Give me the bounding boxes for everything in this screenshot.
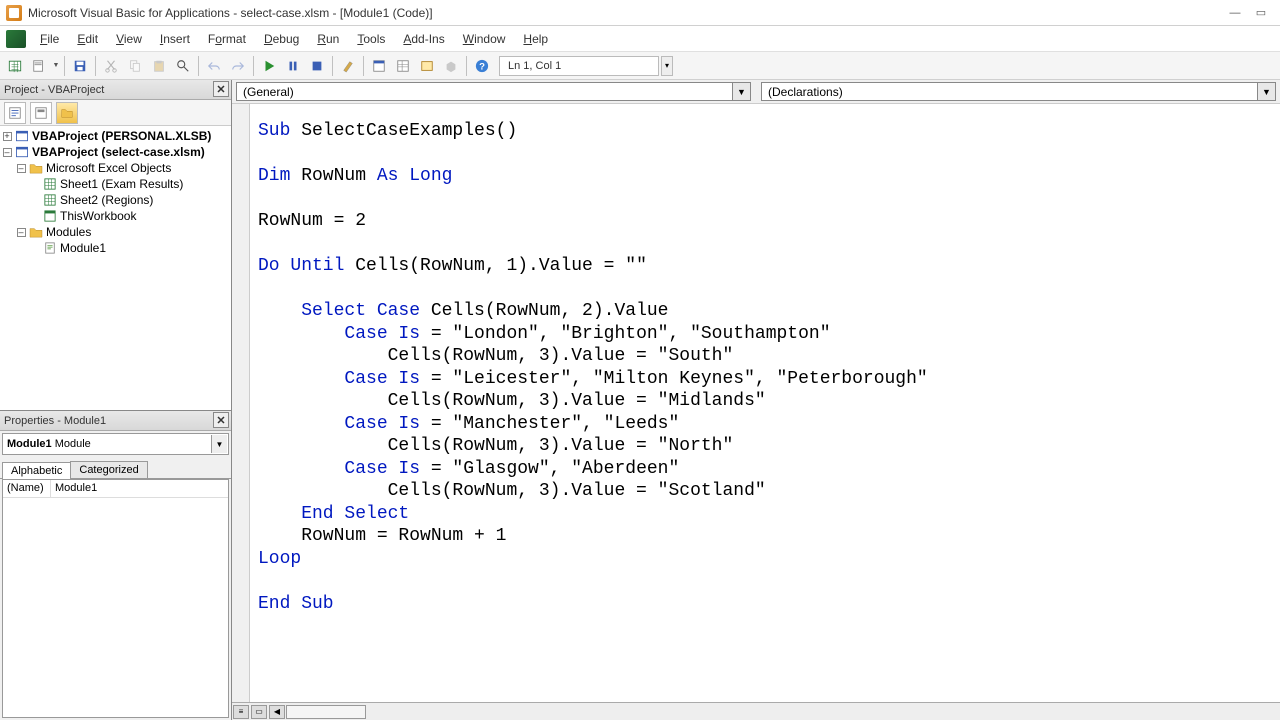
tree-module1[interactable]: Module1 xyxy=(0,240,231,256)
tree-project-personal[interactable]: + VBAProject (PERSONAL.XLSB) xyxy=(0,128,231,144)
properties-window-icon[interactable] xyxy=(392,55,414,77)
project-icon xyxy=(14,129,30,143)
dropdown-arrow-icon[interactable]: ▼ xyxy=(52,62,60,69)
project-tree[interactable]: + VBAProject (PERSONAL.XLSB) – VBAProjec… xyxy=(0,126,231,410)
svg-text:?: ? xyxy=(479,61,485,72)
menu-tools[interactable]: Tools xyxy=(349,29,393,49)
project-panel-close-button[interactable]: ✕ xyxy=(213,81,229,97)
folder-icon xyxy=(28,161,44,175)
properties-panel-header: Properties - Module1 ✕ xyxy=(0,411,231,431)
project-panel-header: Project - VBAProject ✕ xyxy=(0,80,231,100)
menu-file[interactable]: File xyxy=(32,29,67,49)
horizontal-scrollbar[interactable]: ≡ ▭ ◀ xyxy=(232,702,1280,720)
paste-icon[interactable] xyxy=(148,55,170,77)
object-combo[interactable]: (General) ▼ xyxy=(236,82,751,101)
chevron-down-icon[interactable]: ▼ xyxy=(732,83,750,100)
view-procedure-icon[interactable]: ▭ xyxy=(251,705,267,719)
excel-icon xyxy=(6,30,26,48)
project-panel-title: Project - VBAProject xyxy=(4,84,104,96)
folder-icon xyxy=(28,225,44,239)
project-explorer-icon[interactable] xyxy=(368,55,390,77)
maximize-button[interactable]: ▭ xyxy=(1248,4,1274,22)
menu-window[interactable]: Window xyxy=(455,29,514,49)
code-margin xyxy=(232,104,250,702)
scrollbar-track[interactable] xyxy=(286,705,366,719)
tree-thisworkbook[interactable]: ThisWorkbook xyxy=(0,208,231,224)
tree-folder-modules[interactable]: – Modules xyxy=(0,224,231,240)
object-browser-icon[interactable] xyxy=(416,55,438,77)
menu-edit[interactable]: Edit xyxy=(69,29,106,49)
tree-sheet1[interactable]: Sheet1 (Exam Results) xyxy=(0,176,231,192)
save-icon[interactable] xyxy=(69,55,91,77)
help-icon[interactable]: ? xyxy=(471,55,493,77)
properties-grid[interactable]: (Name) Module1 xyxy=(2,479,229,718)
view-excel-icon[interactable] xyxy=(4,55,26,77)
menu-format[interactable]: Format xyxy=(200,29,254,49)
tree-folder-objects[interactable]: – Microsoft Excel Objects xyxy=(0,160,231,176)
project-icon xyxy=(14,145,30,159)
tab-categorized[interactable]: Categorized xyxy=(70,461,147,478)
menubar: File Edit View Insert Format Debug Run T… xyxy=(0,26,1280,52)
tree-sheet2[interactable]: Sheet2 (Regions) xyxy=(0,192,231,208)
menu-help[interactable]: Help xyxy=(515,29,556,49)
properties-panel-close-button[interactable]: ✕ xyxy=(213,412,229,428)
properties-object-selector[interactable]: Module1 Module ▼ xyxy=(2,433,229,455)
break-icon[interactable] xyxy=(282,55,304,77)
code-editor[interactable]: Sub SelectCaseExamples() Dim RowNum As L… xyxy=(250,104,1280,702)
procedure-combo[interactable]: (Declarations) ▼ xyxy=(761,82,1276,101)
tab-alphabetic[interactable]: Alphabetic xyxy=(2,462,71,479)
properties-panel-title: Properties - Module1 xyxy=(4,415,106,427)
tree-project-selectcase[interactable]: – VBAProject (select-case.xlsm) xyxy=(0,144,231,160)
titlebar: Microsoft Visual Basic for Applications … xyxy=(0,0,1280,26)
menu-debug[interactable]: Debug xyxy=(256,29,307,49)
worksheet-icon xyxy=(42,193,58,207)
design-mode-icon[interactable] xyxy=(337,55,359,77)
cursor-position: Ln 1, Col 1 xyxy=(499,56,659,76)
module-icon xyxy=(42,241,58,255)
find-icon[interactable] xyxy=(172,55,194,77)
menu-view[interactable]: View xyxy=(108,29,150,49)
menu-run[interactable]: Run xyxy=(309,29,347,49)
minimize-button[interactable]: — xyxy=(1222,4,1248,22)
view-code-icon[interactable] xyxy=(4,102,26,124)
view-object-icon[interactable] xyxy=(30,102,52,124)
toolbar: ▼ ? Ln 1, Col 1 ▾ xyxy=(0,52,1280,80)
reset-icon[interactable] xyxy=(306,55,328,77)
property-row-name[interactable]: (Name) Module1 xyxy=(3,480,228,498)
menu-insert[interactable]: Insert xyxy=(152,29,198,49)
chevron-down-icon[interactable]: ▼ xyxy=(1257,83,1275,100)
run-icon[interactable] xyxy=(258,55,280,77)
workbook-icon xyxy=(42,209,58,223)
cut-icon[interactable] xyxy=(100,55,122,77)
properties-tabs: Alphabetic Categorized xyxy=(0,457,231,479)
toolbox-icon[interactable] xyxy=(440,55,462,77)
window-title: Microsoft Visual Basic for Applications … xyxy=(28,6,433,20)
toggle-folders-icon[interactable] xyxy=(56,102,78,124)
toolbar-overflow-icon[interactable]: ▾ xyxy=(661,56,673,76)
copy-icon[interactable] xyxy=(124,55,146,77)
chevron-down-icon[interactable]: ▼ xyxy=(211,435,227,453)
menu-addins[interactable]: Add-Ins xyxy=(395,29,452,49)
worksheet-icon xyxy=(42,177,58,191)
vba-app-icon xyxy=(6,5,22,21)
project-panel-toolbar xyxy=(0,100,231,126)
undo-icon[interactable] xyxy=(203,55,225,77)
insert-module-icon[interactable] xyxy=(28,55,50,77)
view-full-module-icon[interactable]: ≡ xyxy=(233,705,249,719)
scroll-left-icon[interactable]: ◀ xyxy=(269,705,285,719)
redo-icon[interactable] xyxy=(227,55,249,77)
